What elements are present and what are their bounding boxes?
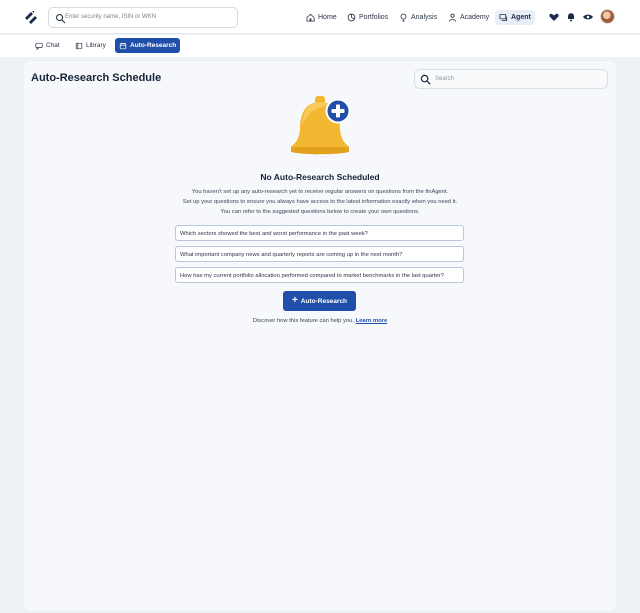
pie-chart-icon	[347, 13, 356, 22]
discover-label: Discover how this feature can help you.	[252, 318, 354, 324]
tab-chat[interactable]: Chat	[31, 38, 64, 53]
auto-research-panel: Auto-Research Schedule Search No Auto-Re…	[24, 61, 616, 611]
nav-analysis-label: Analysis	[411, 14, 438, 21]
nav-academy[interactable]: Academy	[448, 10, 489, 25]
agent-chat-icon	[499, 13, 508, 22]
empty-state-description-line: Set up your questions to ensure you alwa…	[182, 199, 458, 205]
nav-home-label: Home	[318, 14, 337, 21]
empty-state-description-line: You haven't set up any auto-research yet…	[191, 189, 449, 195]
top-navigation-bar: Enter security name, ISIN or WKN Home Po…	[0, 0, 640, 34]
nav-analysis[interactable]: Analysis	[399, 10, 437, 25]
nav-portfolios[interactable]: Portfolios	[347, 10, 388, 25]
tab-auto-research-label: Auto-Research	[130, 42, 177, 49]
calendar-icon	[119, 42, 127, 49]
nav-agent[interactable]: Agent	[495, 10, 535, 25]
agent-tab-bar: Chat Library Auto-Research	[0, 35, 640, 57]
academy-icon	[448, 13, 457, 22]
library-icon	[75, 42, 83, 49]
nav-academy-label: Academy	[460, 14, 490, 21]
bell-add-illustration-icon	[291, 96, 351, 158]
empty-state-description-line: You can refer to the suggested questions…	[220, 209, 420, 215]
suggested-question[interactable]: What important company news and quarterl…	[175, 246, 464, 262]
tab-library-label: Library	[86, 42, 106, 49]
learn-more-link[interactable]: Learn more	[356, 318, 388, 324]
plus-icon: +	[291, 295, 298, 306]
eye-icon[interactable]	[582, 11, 594, 23]
nav-agent-label: Agent	[511, 14, 531, 21]
schedule-search-input[interactable]: Search	[414, 69, 608, 89]
chat-icon	[35, 42, 43, 50]
security-search-placeholder: Enter security name, ISIN or WKN	[65, 14, 157, 20]
bell-icon[interactable]	[565, 11, 577, 23]
add-auto-research-button[interactable]: + Auto-Research	[283, 291, 356, 311]
tab-library[interactable]: Library	[71, 38, 110, 53]
search-icon	[420, 74, 431, 85]
nav-home[interactable]: Home	[306, 10, 337, 25]
heart-icon[interactable]	[548, 11, 560, 23]
empty-state-title: No Auto-Research Scheduled	[260, 172, 380, 182]
app-logo[interactable]	[23, 9, 39, 25]
tab-chat-label: Chat	[46, 42, 60, 49]
schedule-search-placeholder: Search	[435, 76, 455, 82]
suggested-question[interactable]: How has my current portfolio allocation …	[175, 267, 464, 283]
suggested-question[interactable]: Which sectors showed the best and worst …	[175, 225, 464, 241]
nav-portfolios-label: Portfolios	[359, 14, 389, 21]
security-search-input[interactable]: Enter security name, ISIN or WKN	[48, 7, 238, 28]
user-avatar[interactable]	[600, 9, 615, 24]
lightbulb-icon	[400, 13, 407, 22]
page-title: Auto-Research Schedule	[31, 72, 162, 84]
discover-text: Discover how this feature can help you. …	[24, 318, 616, 324]
tab-auto-research[interactable]: Auto-Research	[115, 38, 181, 53]
home-icon	[306, 13, 315, 22]
add-auto-research-label: Auto-Research	[300, 297, 348, 305]
